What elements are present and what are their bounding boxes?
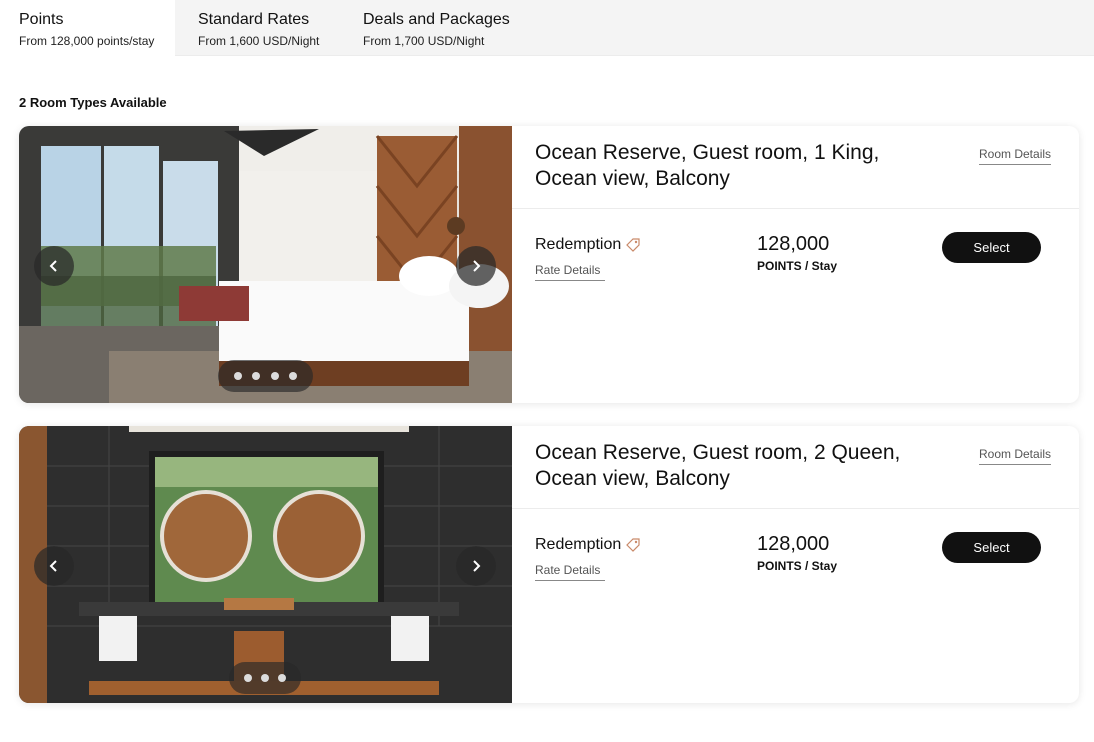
room-details-link[interactable]: Room Details xyxy=(979,147,1052,165)
photo-carousel-dots xyxy=(229,662,301,694)
carousel-dot[interactable] xyxy=(244,674,252,682)
rate-name: Redemption xyxy=(535,236,640,254)
tab-deals-and-packages[interactable]: Deals and Packages From 1,700 USD/Night xyxy=(344,0,534,56)
chevron-left-icon xyxy=(49,260,57,272)
divider xyxy=(512,508,1079,509)
room-info: Ocean Reserve, Guest room, 2 Queen, Ocea… xyxy=(512,426,1079,703)
carousel-dot[interactable] xyxy=(288,372,297,380)
previous-photo-button[interactable] xyxy=(34,546,74,586)
room-details-link[interactable]: Room Details xyxy=(979,447,1052,465)
tag-icon xyxy=(626,538,640,552)
tab-subtitle: From 128,000 points/stay xyxy=(19,34,155,48)
price-unit: POINTS / Stay xyxy=(757,259,838,273)
carousel-dot[interactable] xyxy=(252,372,261,380)
tab-title: Standard Rates xyxy=(198,11,310,28)
select-button[interactable]: Select xyxy=(942,532,1041,563)
tab-standard-rates[interactable]: Standard Rates From 1,600 USD/Night xyxy=(179,0,344,56)
carousel-dot[interactable] xyxy=(270,372,279,380)
carousel-dot[interactable] xyxy=(234,372,243,380)
tag-icon xyxy=(626,238,640,252)
previous-photo-button[interactable] xyxy=(34,246,74,286)
room-card: Ocean Reserve, Guest room, 2 Queen, Ocea… xyxy=(19,426,1079,703)
room-types-count: 2 Room Types Available xyxy=(19,95,167,110)
room-card: Ocean Reserve, Guest room, 1 King, Ocean… xyxy=(19,126,1079,403)
price-points: 128,000 xyxy=(757,233,830,255)
carousel-dot[interactable] xyxy=(278,674,286,682)
chevron-left-icon xyxy=(49,560,57,572)
rate-details-link[interactable]: Rate Details xyxy=(535,563,605,581)
tab-subtitle: From 1,700 USD/Night xyxy=(363,34,485,48)
select-button[interactable]: Select xyxy=(942,232,1041,263)
tab-subtitle: From 1,600 USD/Night xyxy=(198,34,320,48)
price-unit: POINTS / Stay xyxy=(757,559,838,573)
divider xyxy=(512,208,1079,209)
rate-tabs: Points From 128,000 points/stay Standard… xyxy=(0,0,1094,57)
rate-name-label: Redemption xyxy=(535,236,622,253)
photo-carousel-dots xyxy=(218,360,313,392)
chevron-right-icon xyxy=(473,560,481,572)
next-photo-button[interactable] xyxy=(456,546,496,586)
tab-title: Deals and Packages xyxy=(363,11,510,28)
rate-name-label: Redemption xyxy=(535,536,622,553)
rate-details-link[interactable]: Rate Details xyxy=(535,263,605,281)
room-title: Ocean Reserve, Guest room, 2 Queen, Ocea… xyxy=(535,441,901,490)
tab-title: Points xyxy=(19,11,64,28)
room-title: Ocean Reserve, Guest room, 1 King, Ocean… xyxy=(535,141,880,190)
price-points: 128,000 xyxy=(757,533,830,555)
tab-points[interactable]: Points From 128,000 points/stay xyxy=(0,0,175,57)
next-photo-button[interactable] xyxy=(456,246,496,286)
chevron-right-icon xyxy=(473,260,481,272)
carousel-dot[interactable] xyxy=(261,674,269,682)
room-info: Ocean Reserve, Guest room, 1 King, Ocean… xyxy=(512,126,1079,403)
rate-name: Redemption xyxy=(535,536,640,554)
